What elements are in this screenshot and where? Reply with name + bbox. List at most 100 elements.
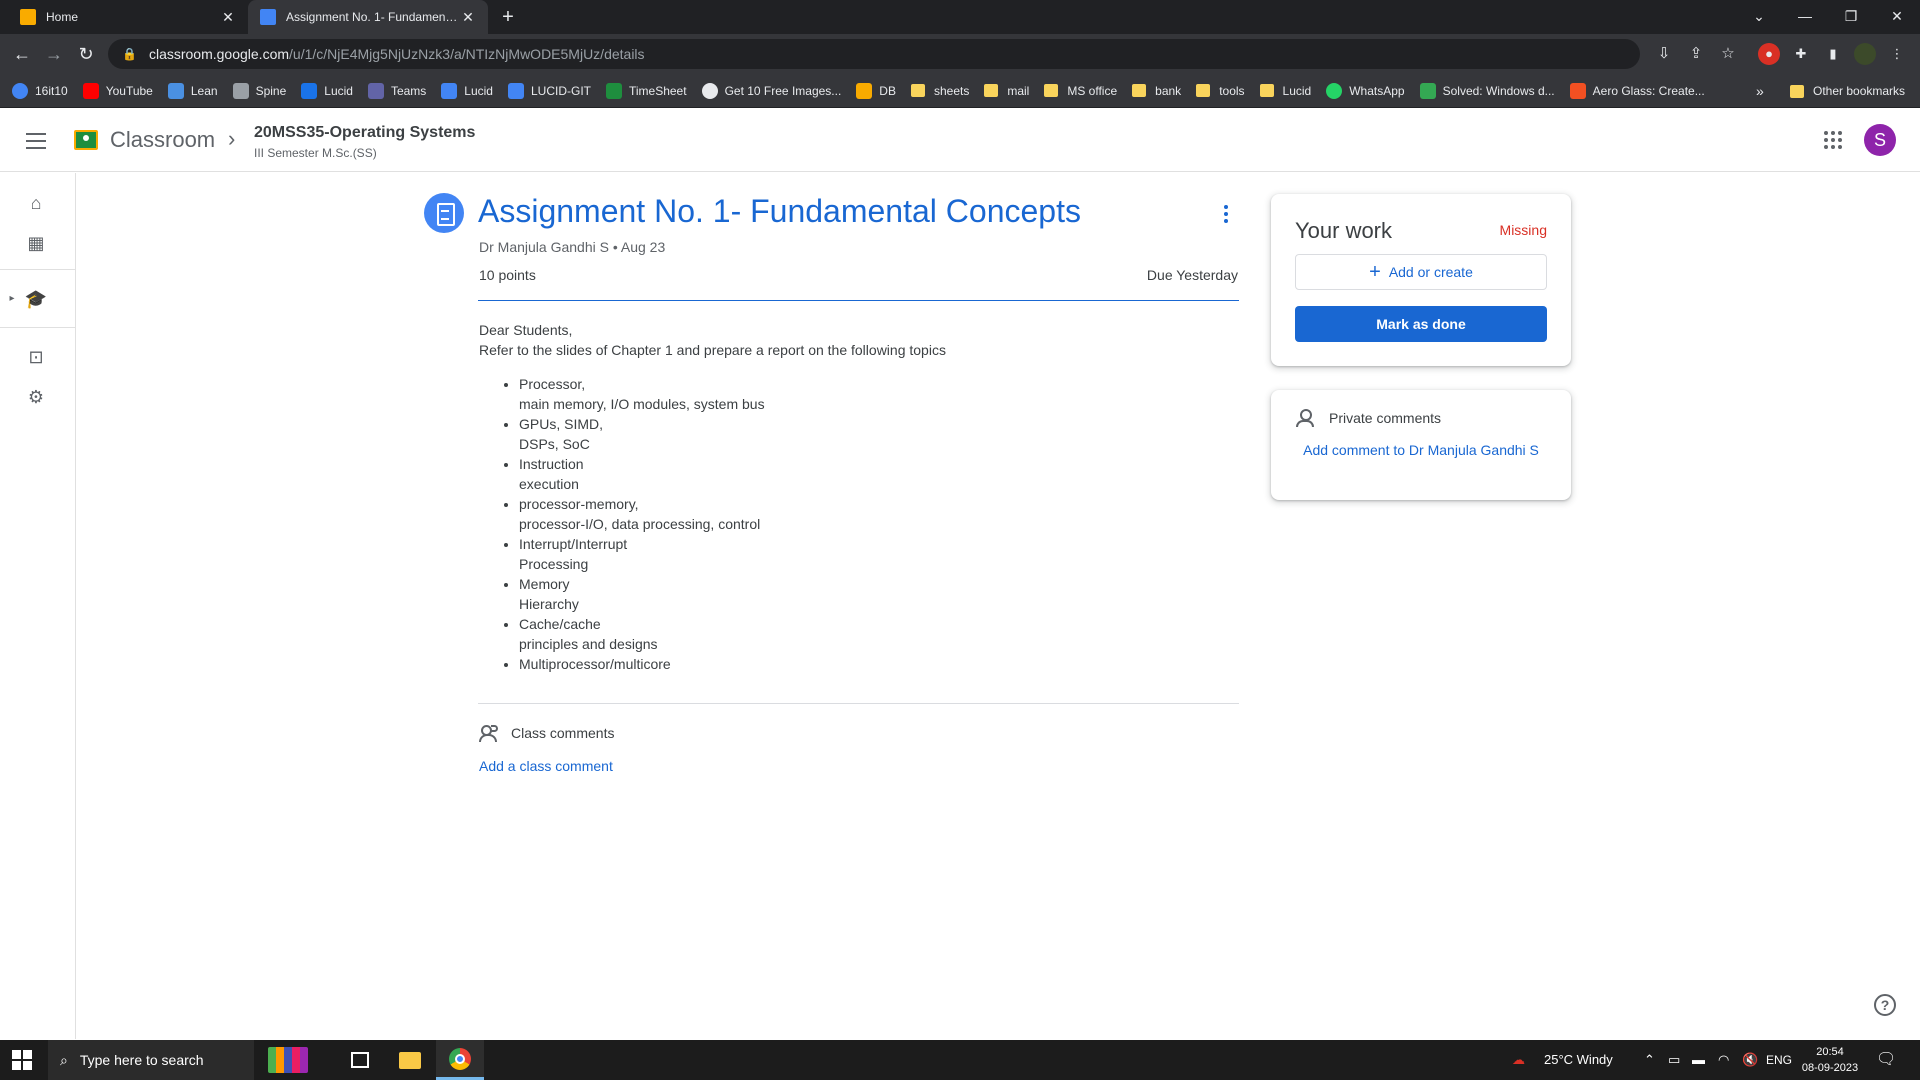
bookmark-item[interactable]: LUCID-GIT [507,82,591,99]
bookmark-label: tools [1219,83,1245,98]
enrolled-classes-icon[interactable]: 🎓 [24,287,48,311]
person-icon [1295,408,1315,428]
private-comments-title: Private comments [1329,410,1442,426]
tab-search-chevron-icon[interactable]: ⌄ [1736,0,1782,34]
forward-arrow-icon[interactable]: → [42,42,66,66]
extensions-puzzle-icon[interactable]: ✚ [1790,43,1812,65]
volume-muted-icon[interactable]: 🔇 [1742,1040,1758,1080]
bookmarks-overflow-button[interactable]: » [1756,74,1764,108]
taskbar-books-app-icon[interactable] [258,1040,318,1080]
help-icon[interactable]: ? [1874,994,1896,1016]
bookmark-item[interactable]: Solved: Windows d... [1419,82,1555,99]
new-tab-icon[interactable]: + [496,5,520,29]
bookmark-label: Solved: Windows d... [1442,83,1555,98]
chrome-taskbar-icon[interactable] [436,1040,484,1080]
calendar-icon[interactable]: ▦ [24,231,48,255]
bookmark-item[interactable]: Lucid [301,82,353,99]
home-icon[interactable]: ⌂ [24,191,48,215]
browser-toolbar: ← → ↻ 🔒 classroom.google.com /u/1/c/NjE4… [0,34,1920,74]
address-bar[interactable]: 🔒 classroom.google.com /u/1/c/NjE4Mjg5Nj… [108,39,1640,69]
mark-as-done-button[interactable]: Mark as done [1295,306,1547,342]
topic-item: GPUs, SIMD, DSPs, SoC [519,414,1239,454]
topic-line: Processor, [519,376,586,392]
other-bookmarks-folder[interactable]: Other bookmarks [1790,74,1905,108]
wifi-icon[interactable]: ◠ [1718,1040,1729,1080]
topic-line: principles and designs [519,636,658,652]
settings-gear-icon[interactable]: ⚙ [24,385,48,409]
folder-icon [910,84,925,97]
expand-arrow-icon[interactable]: ▸ [6,287,18,311]
windows-start-icon[interactable] [12,1050,32,1070]
main-menu-icon[interactable] [24,128,48,152]
chrome-menu-icon[interactable]: ⋮ [1886,43,1908,65]
bookmark-item[interactable]: WhatsApp [1326,82,1405,99]
more-options-icon[interactable] [1214,202,1238,226]
bookmark-item[interactable]: Lucid [1259,84,1311,98]
bookmark-star-icon[interactable]: ☆ [1716,42,1740,66]
battery-icon[interactable]: ▬ [1692,1040,1705,1080]
status-badge: Missing [1499,222,1547,238]
google-apps-icon[interactable] [1820,128,1844,152]
bookmark-item[interactable]: mail [984,84,1029,98]
course-title[interactable]: 20MSS35-Operating Systems [254,124,475,142]
task-view-icon[interactable] [336,1040,384,1080]
profile-avatar-icon[interactable] [1854,43,1876,65]
cloud-icon [301,82,318,99]
bookmark-item[interactable]: YouTube [82,82,153,99]
close-window-icon[interactable]: ✕ [1874,0,1920,34]
bookmark-item[interactable]: sheets [910,84,969,98]
topic-line: Cache/cache [519,616,601,632]
classroom-logo-icon[interactable] [74,130,98,150]
bookmark-item[interactable]: TimeSheet [605,82,687,99]
clock-time: 20:54 [1816,1046,1844,1058]
bookmark-label: bank [1155,83,1182,98]
clock-date: 08-09-2023 [1801,1062,1859,1074]
close-tab-icon[interactable]: ✕ [220,9,236,26]
bookmark-item[interactable]: Spine [232,82,286,99]
reload-icon[interactable]: ↻ [74,42,98,66]
archived-classes-icon[interactable]: ⊡ [24,345,48,369]
people-icon [479,721,503,745]
add-class-comment-link[interactable]: Add a class comment [479,758,613,774]
bookmark-item[interactable]: tools [1196,83,1245,98]
share-icon[interactable]: ⇪ [1684,42,1708,66]
bookmark-item[interactable]: Aero Glass: Create... [1569,82,1705,99]
browser-tab-home[interactable]: Home ✕ [8,0,248,34]
extension-red-icon[interactable]: ● [1758,43,1780,65]
bookmark-label: Lucid [464,83,493,98]
taskbar-search-placeholder: Type here to search [79,1052,204,1068]
bookmark-item[interactable]: Get 10 Free Images... [701,82,841,99]
taskbar-search-box[interactable]: ⌕ Type here to search [48,1040,254,1080]
notifications-icon[interactable]: 🗨 [1876,1040,1896,1080]
taskbar-clock[interactable]: 20:54 08-09-2023 [1800,1044,1860,1076]
restore-icon[interactable]: ❐ [1828,0,1874,34]
add-or-create-button[interactable]: + Add or create [1295,254,1547,290]
bookmark-item[interactable]: bank [1132,84,1181,98]
classroom-favicon-icon [20,9,36,25]
google-icon [12,82,28,99]
tray-chevron-up-icon[interactable]: ⌃ [1644,1040,1655,1080]
lock-icon[interactable]: 🔒 [122,47,137,61]
browser-tab-assignment[interactable]: Assignment No. 1- Fundamental Concepts ✕ [248,0,488,34]
bookmark-item[interactable]: DB [856,82,896,99]
minimize-icon[interactable]: — [1782,0,1828,34]
app-name[interactable]: Classroom [110,127,215,153]
account-avatar[interactable]: S [1864,124,1896,156]
close-tab-icon[interactable]: ✕ [460,9,476,26]
bookmark-item[interactable]: MS office [1044,84,1117,98]
meet-now-icon[interactable]: ▭ [1668,1040,1680,1080]
install-app-icon[interactable]: ⇩ [1652,42,1676,66]
back-arrow-icon[interactable]: ← [10,42,34,66]
side-panel-icon[interactable]: ▮ [1822,43,1844,65]
file-explorer-icon[interactable] [386,1040,434,1080]
weather-text[interactable]: 25°C Windy [1544,1040,1613,1080]
bookmark-item[interactable]: Teams [367,82,426,99]
bookmark-item[interactable]: Lean [167,82,218,99]
class-comments-header: Class comments [479,721,614,745]
bookmark-label: Lucid [324,83,353,98]
bookmark-item[interactable]: Lucid [441,82,493,99]
add-private-comment-link[interactable]: Add comment to Dr Manjula Gandhi S [1295,438,1547,462]
bookmark-item[interactable]: 16it10 [12,82,68,99]
weather-alert-icon[interactable]: ☁ [1512,1040,1525,1080]
language-indicator[interactable]: ENG [1766,1040,1792,1080]
